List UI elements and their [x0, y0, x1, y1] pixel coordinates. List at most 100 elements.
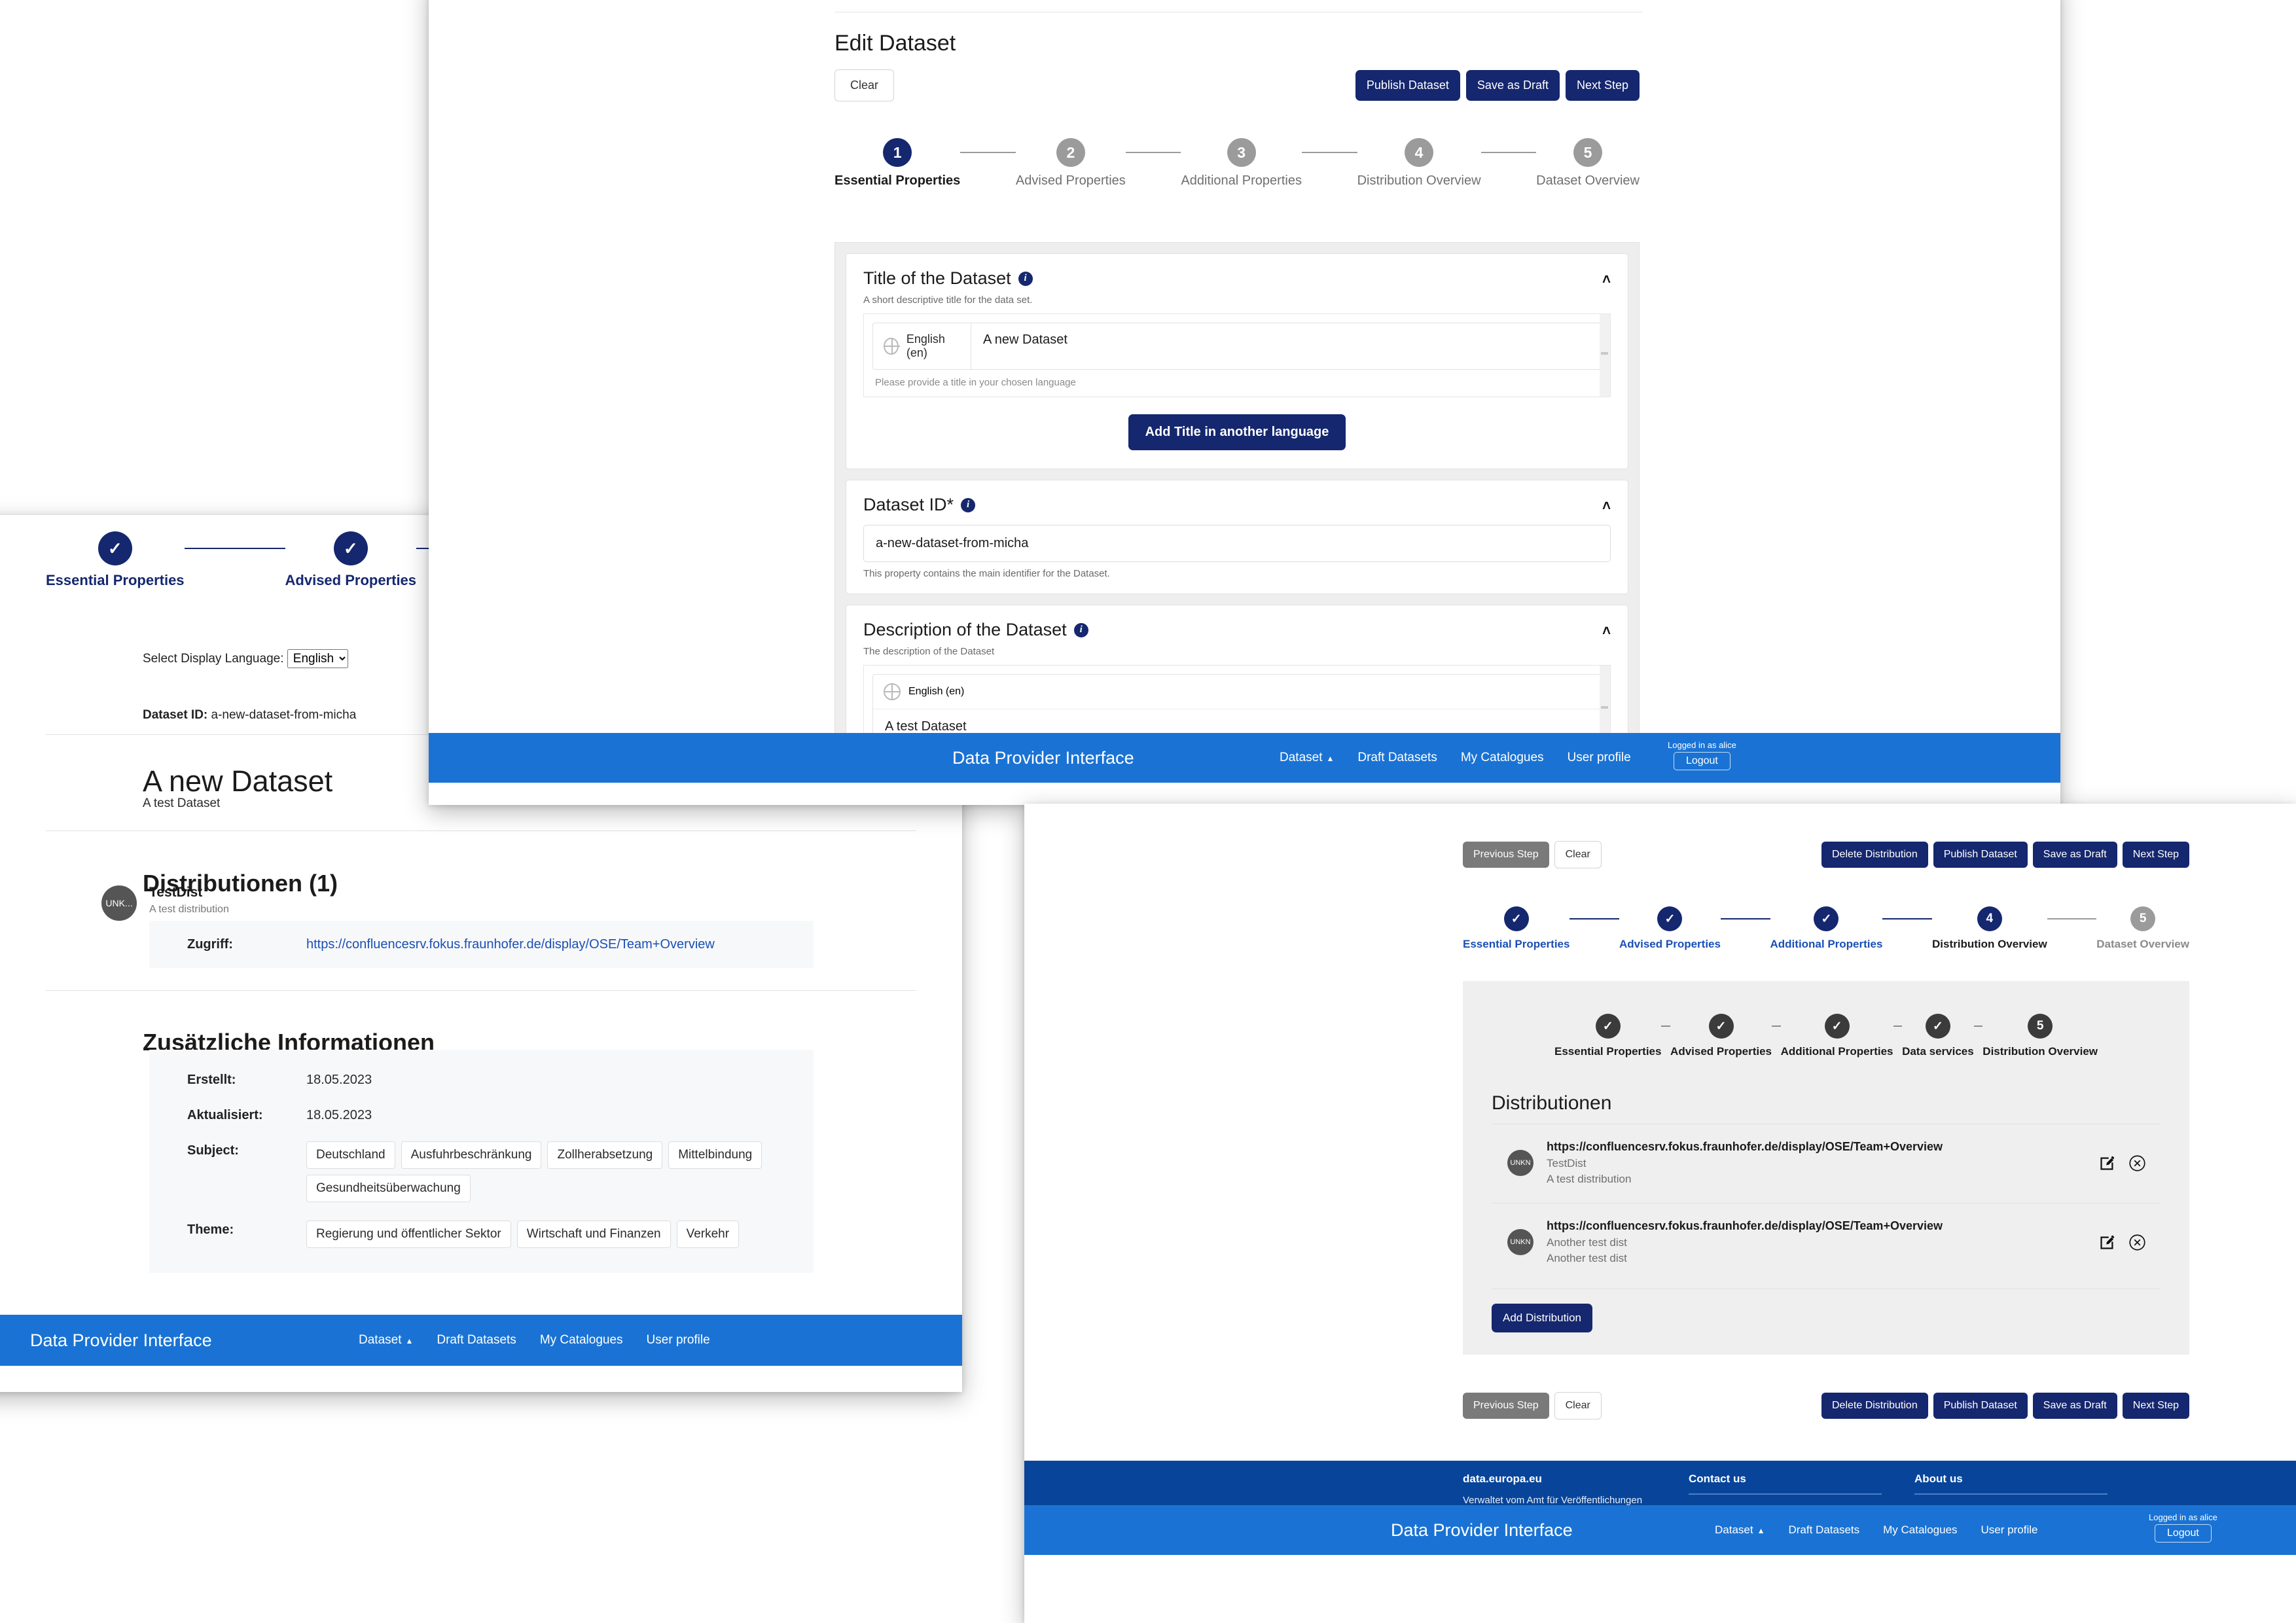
display-language-select[interactable]: English	[287, 649, 348, 668]
edit-icon[interactable]	[2098, 1154, 2116, 1172]
dataset-id-value: a-new-dataset-from-micha	[211, 708, 357, 722]
remove-circle-icon[interactable]	[2128, 1154, 2146, 1172]
tag[interactable]: Ausfuhrbeschränkung	[401, 1141, 542, 1169]
stepper-step-advised-properties[interactable]: ✓ Advised Properties	[285, 531, 416, 589]
tag[interactable]: Gesundheitsüberwachung	[306, 1175, 471, 1202]
stepper-step-additional-properties[interactable]: ✓ Additional Properties	[1770, 906, 1882, 951]
display-language-row: Select Display Language: English	[143, 649, 348, 668]
stepper-step-advised-properties[interactable]: ✓ Advised Properties	[1670, 1014, 1772, 1058]
check-icon: ✓	[1595, 1014, 1621, 1039]
nav-item-user-profile[interactable]: User profile	[1568, 751, 1631, 765]
nav-item-my-catalogues[interactable]: My Catalogues	[1461, 751, 1544, 765]
publish-dataset-button[interactable]: Publish Dataset	[1355, 70, 1460, 101]
stepper-step-dataset-overview[interactable]: 5 Dataset Overview	[2096, 906, 2189, 951]
distribution-content: Previous Step Clear Delete Distribution …	[1024, 804, 2296, 1461]
next-step-button[interactable]: Next Step	[2122, 1393, 2189, 1419]
delete-distribution-button[interactable]: Delete Distribution	[1821, 1393, 1928, 1419]
nav-item-draft-datasets[interactable]: Draft Datasets	[1357, 751, 1437, 765]
stepper-step-essential-properties[interactable]: ✓ Essential Properties	[1554, 1014, 1661, 1058]
next-step-button[interactable]: Next Step	[2122, 842, 2189, 868]
tag[interactable]: Zollherabsetzung	[547, 1141, 663, 1169]
stepper-step-essential-properties[interactable]: ✓ Essential Properties	[1463, 906, 1570, 951]
editor-stepper: 1 Essential Properties 2 Advised Propert…	[834, 138, 1640, 188]
chevron-up-icon[interactable]: ˄	[1602, 271, 1611, 288]
tag[interactable]: Verkehr	[676, 1221, 740, 1248]
stepper-step-dataset-overview[interactable]: 5 Dataset Overview	[1536, 138, 1640, 188]
nav-item-draft-datasets[interactable]: Draft Datasets	[437, 1333, 516, 1347]
clear-button[interactable]: Clear	[834, 69, 895, 101]
stepper-step-additional-properties[interactable]: 3 Additional Properties	[1181, 138, 1302, 188]
stepper-step-essential-properties[interactable]: 1 Essential Properties	[834, 138, 960, 188]
language-cell[interactable]: English (en)	[873, 675, 1601, 709]
nav-item-user-profile[interactable]: User profile	[1981, 1524, 2038, 1537]
publish-dataset-button[interactable]: Publish Dataset	[1933, 842, 2028, 868]
nav-item-dataset[interactable]: Dataset ▲	[359, 1333, 413, 1347]
chevron-up-icon[interactable]: ˄	[1602, 497, 1611, 514]
stepper-connector	[1882, 918, 1932, 919]
list-item[interactable]: UNKN https://confluencesrv.fokus.fraunho…	[1492, 1203, 2161, 1282]
chevron-up-icon[interactable]: ˄	[1602, 622, 1611, 639]
inner-distribution-stepper: ✓ Essential Properties ✓ Advised Propert…	[1554, 1014, 2098, 1058]
nav-item-draft-datasets[interactable]: Draft Datasets	[1788, 1524, 1859, 1537]
distribution-toolbar-top: Previous Step Clear Delete Distribution …	[1463, 841, 2189, 868]
list-item[interactable]: UNKN https://confluencesrv.fokus.fraunho…	[1492, 1124, 2161, 1203]
tag[interactable]: Mittelbindung	[668, 1141, 762, 1169]
logged-in-label: Logged in as alice	[2149, 1512, 2217, 1522]
tag[interactable]: Regierung und öffentlicher Sektor	[306, 1221, 511, 1248]
next-step-button[interactable]: Next Step	[1565, 70, 1640, 101]
edit-icon[interactable]	[2098, 1234, 2116, 1251]
nav-item-user-profile[interactable]: User profile	[647, 1333, 710, 1347]
access-url-link[interactable]: https://confluencesrv.fokus.fraunhofer.d…	[306, 937, 715, 952]
info-icon[interactable]: i	[1018, 271, 1033, 286]
stepper-step-distribution-overview[interactable]: 4 Distribution Overview	[1357, 138, 1481, 188]
nav-item-dataset[interactable]: Dataset ▲	[1280, 751, 1334, 765]
previous-step-button[interactable]: Previous Step	[1463, 842, 1549, 868]
nav-item-dataset[interactable]: Dataset ▲	[1715, 1524, 1765, 1537]
save-as-draft-button[interactable]: Save as Draft	[2032, 842, 2117, 868]
stepper-step-additional-properties[interactable]: ✓ Additional Properties	[1781, 1014, 1893, 1058]
scrollbar-thumb[interactable]	[1601, 705, 1608, 709]
dataset-description: A test Dataset	[143, 796, 221, 810]
editor-scroll-area[interactable]: Home ❯ Data Provider Interface ❯ ❯ Edit …	[429, 0, 2060, 755]
scrollbar[interactable]	[1600, 314, 1610, 397]
distribution-toolbar-bottom: Previous Step Clear Delete Distribution …	[1463, 1392, 2189, 1419]
navbar-links: Dataset ▲ Draft Datasets My Catalogues Us…	[1280, 751, 1631, 765]
avatar: UNK...	[101, 885, 137, 921]
logout-button[interactable]: Logout	[2154, 1524, 2212, 1543]
stepper-step-distribution-overview[interactable]: 4 Distribution Overview	[1932, 906, 2047, 951]
delete-distribution-button[interactable]: Delete Distribution	[1821, 842, 1928, 868]
title-input[interactable]: A new Dataset	[971, 323, 1601, 369]
previous-step-button[interactable]: Previous Step	[1463, 1393, 1549, 1419]
stepper-connector	[1661, 1026, 1671, 1027]
stepper-connector	[1973, 1026, 1983, 1027]
stepper-step-advised-properties[interactable]: ✓ Advised Properties	[1619, 906, 1721, 951]
add-title-another-language-button[interactable]: Add Title in another language	[1128, 414, 1346, 450]
add-distribution-button[interactable]: Add Distribution	[1492, 1304, 1593, 1332]
stepper-connector	[1570, 918, 1620, 919]
scrollbar-thumb[interactable]	[1601, 351, 1608, 355]
stepper-step-essential-properties[interactable]: ✓ Essential Properties	[46, 531, 185, 589]
dataset-id-input[interactable]: a-new-dataset-from-micha	[863, 525, 1611, 562]
stepper-step-advised-properties[interactable]: 2 Advised Properties	[1016, 138, 1126, 188]
info-icon[interactable]: i	[1073, 622, 1088, 637]
tag[interactable]: Wirtschaft und Finanzen	[516, 1221, 671, 1248]
check-icon: ✓	[333, 531, 368, 565]
nav-item-my-catalogues[interactable]: My Catalogues	[1883, 1524, 1957, 1537]
tag[interactable]: Deutschland	[306, 1141, 395, 1169]
row-key: Subject:	[187, 1143, 239, 1158]
save-as-draft-button[interactable]: Save as Draft	[1465, 70, 1560, 101]
stepper-step-distribution-overview[interactable]: 5 Distribution Overview	[1982, 1014, 2098, 1058]
table-row: Aktualisiert: 18.05.2023	[149, 1097, 814, 1132]
save-as-draft-button[interactable]: Save as Draft	[2032, 1393, 2117, 1419]
nav-item-my-catalogues[interactable]: My Catalogues	[540, 1333, 623, 1347]
remove-circle-icon[interactable]	[2128, 1234, 2146, 1251]
language-cell[interactable]: English (en)	[873, 323, 971, 369]
check-icon: ✓	[1708, 1014, 1734, 1039]
clear-button[interactable]: Clear	[1554, 841, 1602, 868]
stepper-label: Essential Properties	[46, 572, 185, 588]
logout-button[interactable]: Logout	[1673, 752, 1731, 770]
publish-dataset-button[interactable]: Publish Dataset	[1933, 1393, 2028, 1419]
stepper-step-data-services[interactable]: ✓ Data services	[1902, 1014, 1974, 1058]
clear-button[interactable]: Clear	[1554, 1392, 1602, 1419]
info-icon[interactable]: i	[961, 497, 976, 512]
